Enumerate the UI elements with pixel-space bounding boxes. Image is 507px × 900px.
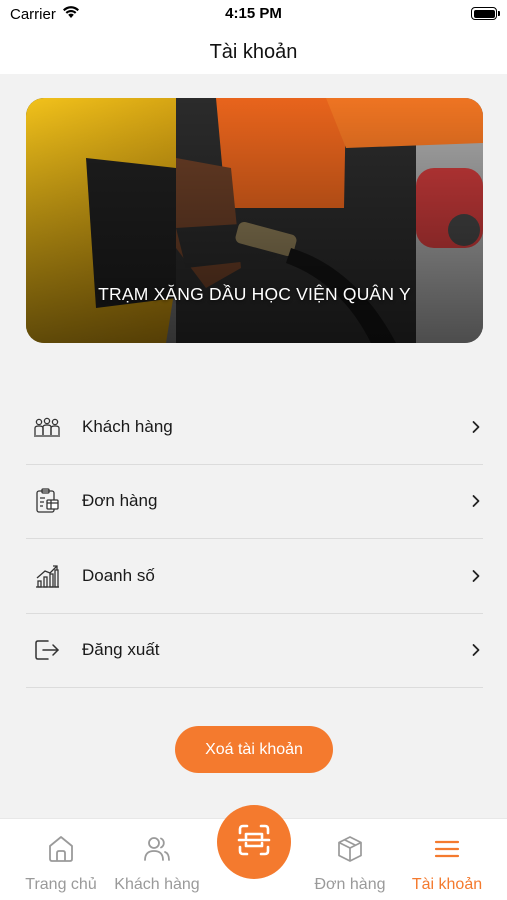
chevron-right-icon <box>472 495 480 508</box>
chevron-right-icon <box>472 569 480 582</box>
fuel-pump-photo <box>26 98 483 343</box>
menu-item-label: Đăng xuất <box>82 640 160 660</box>
chevron-right-icon <box>472 644 480 657</box>
users-icon <box>140 832 174 866</box>
box-icon <box>333 832 367 866</box>
logout-icon <box>32 635 62 665</box>
page-title: Tài khoản <box>209 40 298 63</box>
hero-banner: TRẠM XĂNG DẦU HỌC VIỆN QUÂN Y <box>26 98 483 343</box>
hero-title: TRẠM XĂNG DẦU HỌC VIỆN QUÂN Y <box>98 284 411 304</box>
tab-label: Đơn hàng <box>314 876 386 893</box>
menu-item-logout[interactable]: Đăng xuất <box>26 614 483 688</box>
menu-item-label: Khách hàng <box>82 416 173 436</box>
chevron-right-icon <box>472 420 480 433</box>
home-icon <box>44 832 78 866</box>
customers-icon <box>32 412 62 442</box>
menu-icon <box>430 832 464 866</box>
tab-label: Khách hàng <box>114 876 200 893</box>
tab-account[interactable]: Tài khoản <box>397 819 497 900</box>
scan-button[interactable] <box>217 805 291 879</box>
nav-bar: Tài khoản <box>0 30 507 74</box>
scan-icon <box>236 822 272 863</box>
sales-chart-icon <box>32 561 62 591</box>
menu-item-sales[interactable]: Doanh số <box>26 539 483 614</box>
menu-item-label: Doanh số <box>82 565 155 585</box>
menu-item-orders[interactable]: Đơn hàng <box>26 465 483 539</box>
status-bar: Carrier 4:15 PM <box>0 0 507 30</box>
tab-home[interactable]: Trang chủ <box>11 819 111 900</box>
tab-label: Trang chủ <box>25 876 97 893</box>
tab-orders[interactable]: Đơn hàng <box>300 819 400 900</box>
menu-item-customers[interactable]: Khách hàng <box>26 390 483 465</box>
delete-account-button[interactable]: Xoá tài khoản <box>175 726 333 773</box>
tab-customers[interactable]: Khách hàng <box>107 819 207 900</box>
battery-icon <box>471 7 500 20</box>
orders-clipboard-icon <box>32 486 62 516</box>
menu-item-label: Đơn hàng <box>82 491 158 511</box>
tab-label: Tài khoản <box>411 876 483 893</box>
status-time: 4:15 PM <box>225 5 282 22</box>
account-menu: Khách hàng Đơn hàng Doanh số Đăng xuất <box>26 390 483 688</box>
